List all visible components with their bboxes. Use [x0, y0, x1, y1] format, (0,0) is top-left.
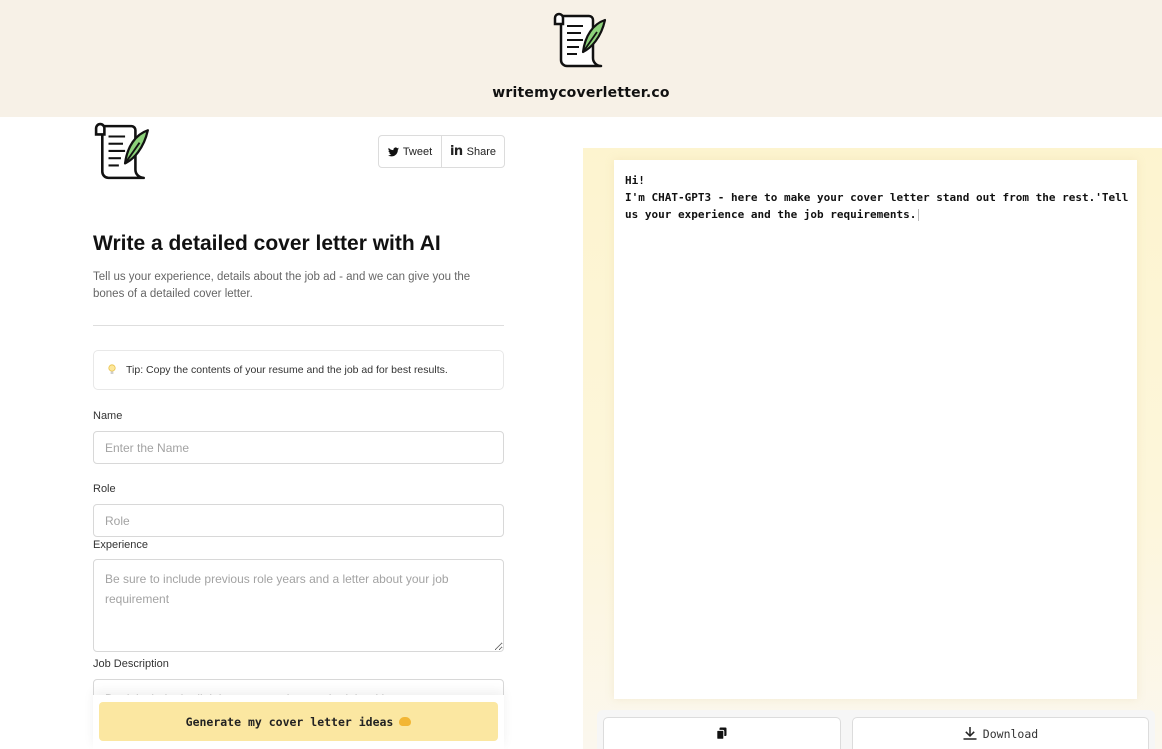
generate-button[interactable]: Generate my cover letter ideas [99, 702, 498, 741]
share-button[interactable]: in Share [441, 136, 504, 167]
tip-box: Tip: Copy the contents of your resume an… [93, 350, 504, 390]
download-icon [963, 727, 977, 740]
share-label: Share [466, 145, 497, 158]
generate-label: Generate my cover letter ideas [185, 714, 394, 729]
experience-textarea[interactable] [93, 559, 504, 652]
generate-bar: Generate my cover letter ideas [93, 695, 504, 749]
lightbulb-icon [108, 364, 116, 374]
name-label: Name [93, 410, 123, 422]
role-input[interactable] [93, 504, 504, 537]
twitter-icon [387, 146, 399, 156]
output-paper: Hi! I'm CHAT-GPT3 - here to make your co… [614, 160, 1137, 699]
name-input[interactable] [93, 431, 504, 464]
copy-button[interactable] [603, 717, 841, 749]
download-button[interactable]: Download [852, 717, 1149, 749]
scroll-quill-logo-icon[interactable] [553, 12, 609, 70]
tip-text: Tip: Copy the contents of your resume an… [126, 364, 448, 376]
page-subtitle: Tell us your experience, details about t… [93, 271, 471, 300]
page-title: Write a detailed cover letter with AI [93, 232, 441, 255]
site-header: writemycoverletter.co [0, 0, 1162, 117]
copy-icon [716, 727, 727, 740]
text-caret [918, 209, 920, 221]
brand-name[interactable]: writemycoverletter.co [0, 85, 1162, 101]
linkedin-icon: in [449, 144, 463, 159]
output-message: Hi! I'm CHAT-GPT3 - here to make your co… [625, 174, 1129, 221]
role-label: Role [93, 483, 116, 495]
tweet-button[interactable]: Tweet [379, 136, 441, 167]
download-label: Download [982, 726, 1039, 741]
experience-label: Experience [93, 539, 149, 551]
divider [93, 325, 504, 326]
scroll-quill-logo-icon [94, 122, 149, 180]
social-share-group: Tweet in Share [378, 135, 505, 168]
output-text[interactable]: Hi! I'm CHAT-GPT3 - here to make your co… [625, 172, 1130, 223]
hand-emoji-icon [399, 717, 412, 726]
job-description-label: Job Description [93, 658, 169, 670]
tweet-label: Tweet [402, 145, 433, 158]
